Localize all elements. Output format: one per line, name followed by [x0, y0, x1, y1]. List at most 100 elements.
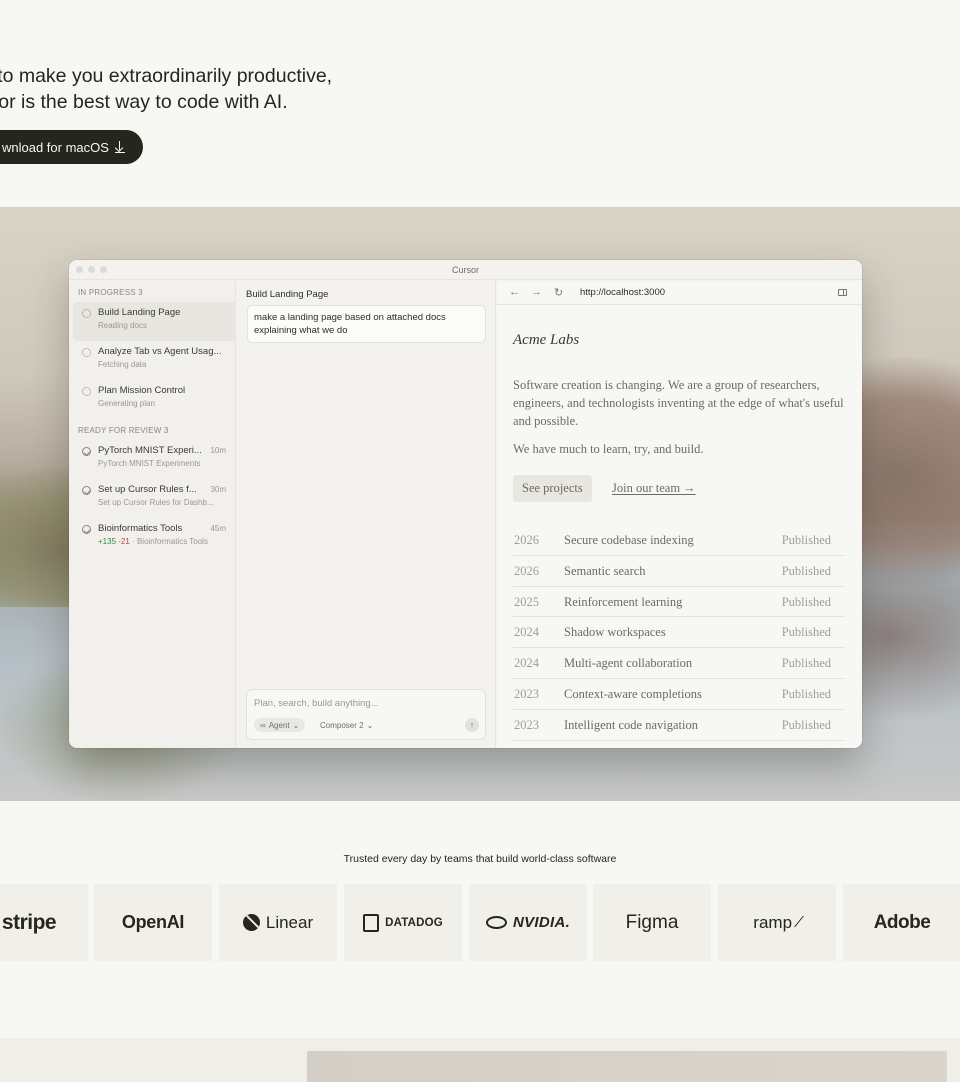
download-macos-button[interactable]: wnload for macOS	[0, 130, 143, 164]
project-year: 2026	[514, 533, 539, 547]
logo-adobe: Adobe	[843, 884, 960, 961]
forward-arrow-icon[interactable]: →	[531, 286, 542, 298]
project-status: Published	[781, 563, 831, 578]
site-intro-secondary: We have much to learn, try, and build.	[513, 442, 704, 456]
diff-additions: +135	[98, 537, 117, 546]
project-status: Published	[781, 625, 831, 640]
project-year: 2023	[514, 717, 539, 732]
logo-figma: Figma	[593, 884, 711, 961]
agent-time: 45m	[210, 524, 226, 533]
project-status: Published	[781, 533, 831, 547]
agent-item-bioinformatics[interactable]: Bioinformatics Tools 45m +135 -21 · Bioi…	[73, 518, 235, 557]
composer[interactable]: Plan, search, build anything... ∞ Agent …	[246, 689, 486, 740]
back-arrow-icon[interactable]: ←	[509, 286, 520, 298]
spinner-icon	[82, 348, 91, 357]
project-title: Shadow workspaces	[564, 625, 666, 640]
nvidia-eye-icon	[485, 916, 507, 929]
logo-linear: Linear	[219, 884, 337, 961]
agent-item-pytorch-mnist[interactable]: PyTorch MNIST Experi... 10m PyTorch MNIS…	[73, 440, 235, 479]
agent-status: Generating plan	[98, 399, 155, 408]
nvidia-logo-text: NVIDIA.	[512, 914, 571, 931]
project-year: 2024	[514, 656, 539, 671]
agent-name: PyTorch MNIST Experi...	[98, 445, 202, 456]
logo-openai: OpenAI	[94, 884, 212, 961]
download-label: wnload for macOS	[2, 139, 109, 155]
project-row[interactable]: 2026 Semantic search Published	[513, 556, 845, 587]
project-title: Secure codebase indexing	[564, 533, 694, 547]
agent-item-plan-mission-control[interactable]: Plan Mission Control Generating plan	[73, 380, 235, 419]
project-row[interactable]: 2025 Reinforcement learning Published	[513, 587, 845, 618]
project-status: Published	[781, 656, 831, 671]
mode-label: Agent	[268, 720, 290, 730]
mode-selector[interactable]: ∞ Agent ⌄	[254, 718, 306, 732]
model-label: Composer 2	[320, 720, 364, 730]
check-circle-icon	[82, 525, 91, 534]
project-row[interactable]: 2024 Multi-agent collaboration Published	[513, 648, 845, 679]
agent-name: Set up Cursor Rules f...	[98, 484, 197, 495]
browser-toolbar: ← → ↻ http://localhost:3000	[497, 281, 862, 305]
browser-preview: ← → ↻ http://localhost:3000 Acme Labs So…	[497, 281, 862, 748]
openai-logo-text: OpenAI	[121, 912, 185, 932]
project-row[interactable]: 2024 Shadow workspaces Published	[513, 617, 845, 649]
spinner-icon	[82, 387, 91, 396]
site-brand: Acme Labs	[513, 332, 580, 348]
project-status: Published	[781, 717, 831, 732]
agent-status: +135 -21 · Bioinformatics Tools	[98, 537, 228, 546]
model-selector[interactable]: Composer 2 ⌄	[320, 718, 373, 732]
reload-icon[interactable]: ↻	[554, 286, 563, 299]
projects-list: 2026 Secure codebase indexing Published 20…	[513, 525, 845, 741]
ramp-logo-text: ramp	[753, 912, 793, 932]
agent-time: 30m	[210, 485, 226, 494]
linear-mark-icon	[242, 914, 260, 931]
project-row[interactable]: 2026 Secure codebase indexing Published	[513, 525, 845, 556]
agents-sidebar: IN PROGRESS 3 Build Landing Page Reading…	[69, 281, 236, 748]
composer-input[interactable]: Plan, search, build anything...	[254, 698, 379, 709]
spinner-icon	[82, 309, 91, 318]
agent-status: Fetching data	[98, 360, 147, 369]
agent-name: Bioinformatics Tools	[98, 523, 183, 534]
datadog-mark-icon	[363, 913, 380, 932]
stripe-logo-text: stripe	[1, 910, 57, 934]
check-circle-icon	[82, 486, 91, 495]
trusted-caption: Trusted every day by teams that build wo…	[343, 853, 617, 865]
project-row[interactable]: 2023 Intelligent code navigation Published	[513, 710, 845, 741]
sidebar-toggle-icon[interactable]	[838, 289, 847, 296]
chevron-down-icon: ⌄	[292, 720, 300, 730]
see-projects-button[interactable]: See projects	[513, 475, 592, 502]
chat-title: Build Landing Page	[246, 289, 329, 300]
agent-time: 10m	[210, 446, 226, 455]
url-field[interactable]: http://localhost:3000	[580, 287, 665, 298]
site-intro: Software creation is changing. We are a …	[513, 378, 844, 428]
figma-logo-text: Figma	[625, 911, 679, 933]
agent-status: PyTorch MNIST Experiments	[98, 459, 201, 468]
project-year: 2024	[514, 625, 539, 640]
window-title: Cursor	[451, 265, 479, 275]
logo-datadog: DATADOG	[344, 884, 462, 961]
agent-item-cursor-rules[interactable]: Set up Cursor Rules f... 30m Set up Curs…	[73, 479, 235, 518]
project-title: Semantic search	[564, 563, 646, 578]
project-year: 2023	[514, 686, 539, 701]
chevron-down-icon: ⌄	[366, 720, 374, 730]
project-year: 2026	[514, 563, 539, 578]
app-window: Cursor IN PROGRESS 3 Build Landing Page …	[69, 260, 862, 748]
agent-status: Set up Cursor Rules for Dashb...	[98, 498, 214, 507]
window-titlebar: Cursor	[69, 260, 862, 280]
agent-repo: · Bioinformatics Tools	[132, 537, 208, 546]
send-arrow-icon[interactable]: ↑	[465, 718, 479, 732]
agent-name: Plan Mission Control	[98, 385, 186, 396]
project-status: Published	[781, 686, 831, 701]
agent-chat-panel: Build Landing Page make a landing page b…	[237, 281, 496, 748]
ramp-mark-icon: ⁄	[796, 913, 803, 931]
user-message: make a landing page based on attached do…	[247, 305, 486, 343]
in-progress-label: IN PROGRESS 3	[78, 288, 143, 297]
agent-item-analyze-tab[interactable]: Analyze Tab vs Agent Usag... Fetching da…	[73, 341, 235, 380]
project-row[interactable]: 2023 Context-aware completions Published	[513, 679, 845, 710]
agent-item-build-landing-page[interactable]: Build Landing Page Reading docs	[73, 302, 236, 341]
join-team-link[interactable]: Join our team →	[612, 481, 696, 496]
diff-deletions: -21	[118, 537, 130, 546]
hero-headline: lt to make you extraordinarily productiv…	[0, 63, 332, 115]
project-title: Reinforcement learning	[564, 594, 683, 609]
datadog-logo-text: DATADOG	[385, 916, 443, 929]
linear-logo-text: Linear	[265, 912, 314, 932]
agent-name: Analyze Tab vs Agent Usag...	[98, 346, 222, 357]
